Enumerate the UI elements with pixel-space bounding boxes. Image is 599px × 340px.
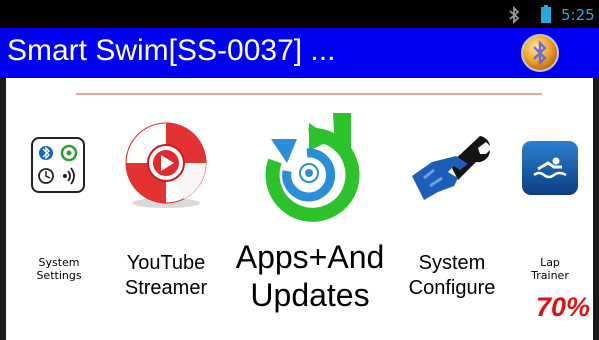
wrench-hand-icon (412, 136, 491, 200)
system-settings-label-line-2: Settings (36, 269, 82, 282)
app-launcher: System Settings YouTube Streamer Apps+An… (0, 78, 599, 340)
youtube-streamer-label: YouTube Streamer (114, 251, 218, 301)
youtube-streamer-label-line-1: YouTube (126, 252, 206, 274)
battery-icon (541, 5, 551, 23)
app-title: Smart Swim[SS-0037] ... (7, 34, 336, 67)
system-settings-label-line-1: System (38, 256, 80, 269)
system-configure-label: System Configure (400, 251, 504, 301)
title-bar: Smart Swim[SS-0037] ... (0, 28, 599, 78)
system-configure-tile[interactable] (410, 126, 494, 208)
apps-updates-tile[interactable] (247, 111, 373, 223)
system-settings-icon (31, 137, 85, 193)
apps-updates-label-line-2: Updates (250, 277, 370, 313)
youtube-streamer-label-line-2: Streamer (124, 277, 208, 299)
lap-trainer-label: Lap Trainer (522, 256, 578, 282)
bluetooth-orb-icon[interactable] (520, 33, 560, 73)
system-configure-label-line-1: System (418, 252, 486, 274)
divider (76, 93, 542, 95)
apps-updates-label: Apps+And Updates (228, 238, 392, 314)
system-configure-label-line-2: Configure (408, 277, 496, 299)
youtube-lifebuoy-icon (125, 122, 207, 208)
bluetooth-icon (509, 6, 520, 24)
swimmer-icon (522, 141, 578, 195)
lap-trainer-tile[interactable] (520, 139, 580, 197)
lap-trainer-label-line-2: Trainer (531, 269, 569, 282)
status-bar: 5:25 (0, 0, 599, 28)
status-time: 5:25 (561, 6, 595, 24)
lap-trainer-label-line-1: Lap (540, 256, 560, 269)
refresh-updates-icon (265, 113, 360, 222)
system-settings-tile[interactable] (30, 136, 86, 194)
system-settings-label: System Settings (28, 256, 90, 282)
apps-updates-label-line-1: Apps+And (235, 239, 385, 275)
youtube-streamer-tile[interactable] (120, 121, 212, 211)
lap-trainer-progress: 70% (536, 292, 591, 322)
